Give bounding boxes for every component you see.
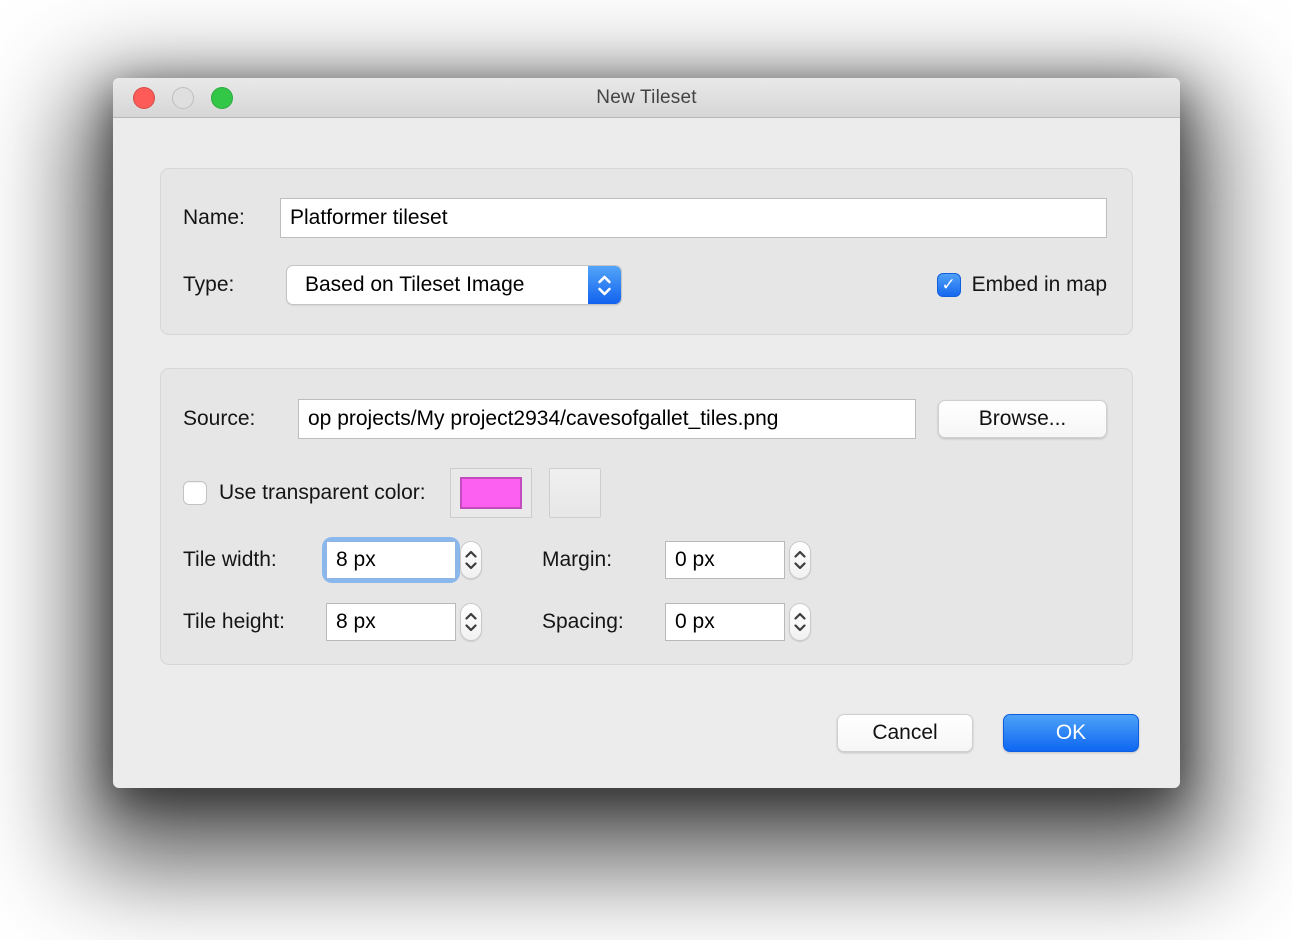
tile-width-stepper[interactable] [460, 541, 482, 579]
embed-in-map-label: Embed in map [972, 273, 1107, 297]
dropdown-chevrons-icon [588, 266, 621, 304]
desktop-background: New Tileset Tileset Name: Type: Based on… [0, 0, 1292, 940]
minimize-button[interactable] [172, 87, 194, 109]
spacing-label: Spacing: [542, 610, 665, 634]
tile-height-input[interactable] [326, 603, 456, 641]
chevron-up-icon [796, 552, 805, 557]
tile-height-label: Tile height: [183, 610, 326, 634]
margin-input[interactable] [665, 541, 785, 579]
spacing-input[interactable] [665, 603, 785, 641]
chevron-up-icon [467, 614, 476, 619]
use-transparent-color-label: Use transparent color: [219, 481, 426, 505]
transparent-color-well[interactable] [450, 468, 532, 518]
tileset-group-box: Name: Type: Based on Tileset Image ✓ Emb [160, 168, 1133, 335]
transparent-color-swatch [460, 477, 522, 509]
browse-button[interactable]: Browse... [938, 400, 1107, 438]
chevron-down-icon [796, 564, 805, 569]
tile-width-label: Tile width: [183, 548, 326, 572]
chevron-up-icon [467, 552, 476, 557]
checkmark-icon: ✓ [941, 275, 955, 295]
cancel-button[interactable]: Cancel [837, 714, 973, 752]
spacing-stepper[interactable] [789, 603, 811, 641]
chevron-down-icon [467, 564, 476, 569]
color-picker-button[interactable] [549, 468, 601, 518]
zoom-button[interactable] [211, 87, 233, 109]
name-label: Name: [183, 206, 280, 230]
type-dropdown[interactable]: Based on Tileset Image [286, 265, 622, 305]
chevron-down-icon [467, 626, 476, 631]
margin-stepper[interactable] [789, 541, 811, 579]
type-label: Type: [183, 273, 286, 297]
source-input[interactable] [298, 399, 916, 439]
new-tileset-dialog: New Tileset Tileset Name: Type: Based on… [113, 78, 1180, 788]
chevron-down-icon [796, 626, 805, 631]
close-button[interactable] [133, 87, 155, 109]
tile-width-input[interactable] [326, 541, 456, 579]
ok-button[interactable]: OK [1003, 714, 1139, 752]
source-label: Source: [183, 407, 298, 431]
tile-height-stepper[interactable] [460, 603, 482, 641]
name-input[interactable] [280, 198, 1107, 238]
chevron-up-icon [796, 614, 805, 619]
margin-label: Margin: [542, 548, 665, 572]
window-title: New Tileset [113, 78, 1180, 118]
type-dropdown-value: Based on Tileset Image [287, 266, 588, 304]
use-transparent-color-checkbox[interactable] [183, 481, 207, 505]
image-group-box: Source: Browse... Use transparent color:… [160, 368, 1133, 665]
embed-in-map-checkbox[interactable]: ✓ [937, 273, 961, 297]
titlebar[interactable]: New Tileset [113, 78, 1180, 118]
